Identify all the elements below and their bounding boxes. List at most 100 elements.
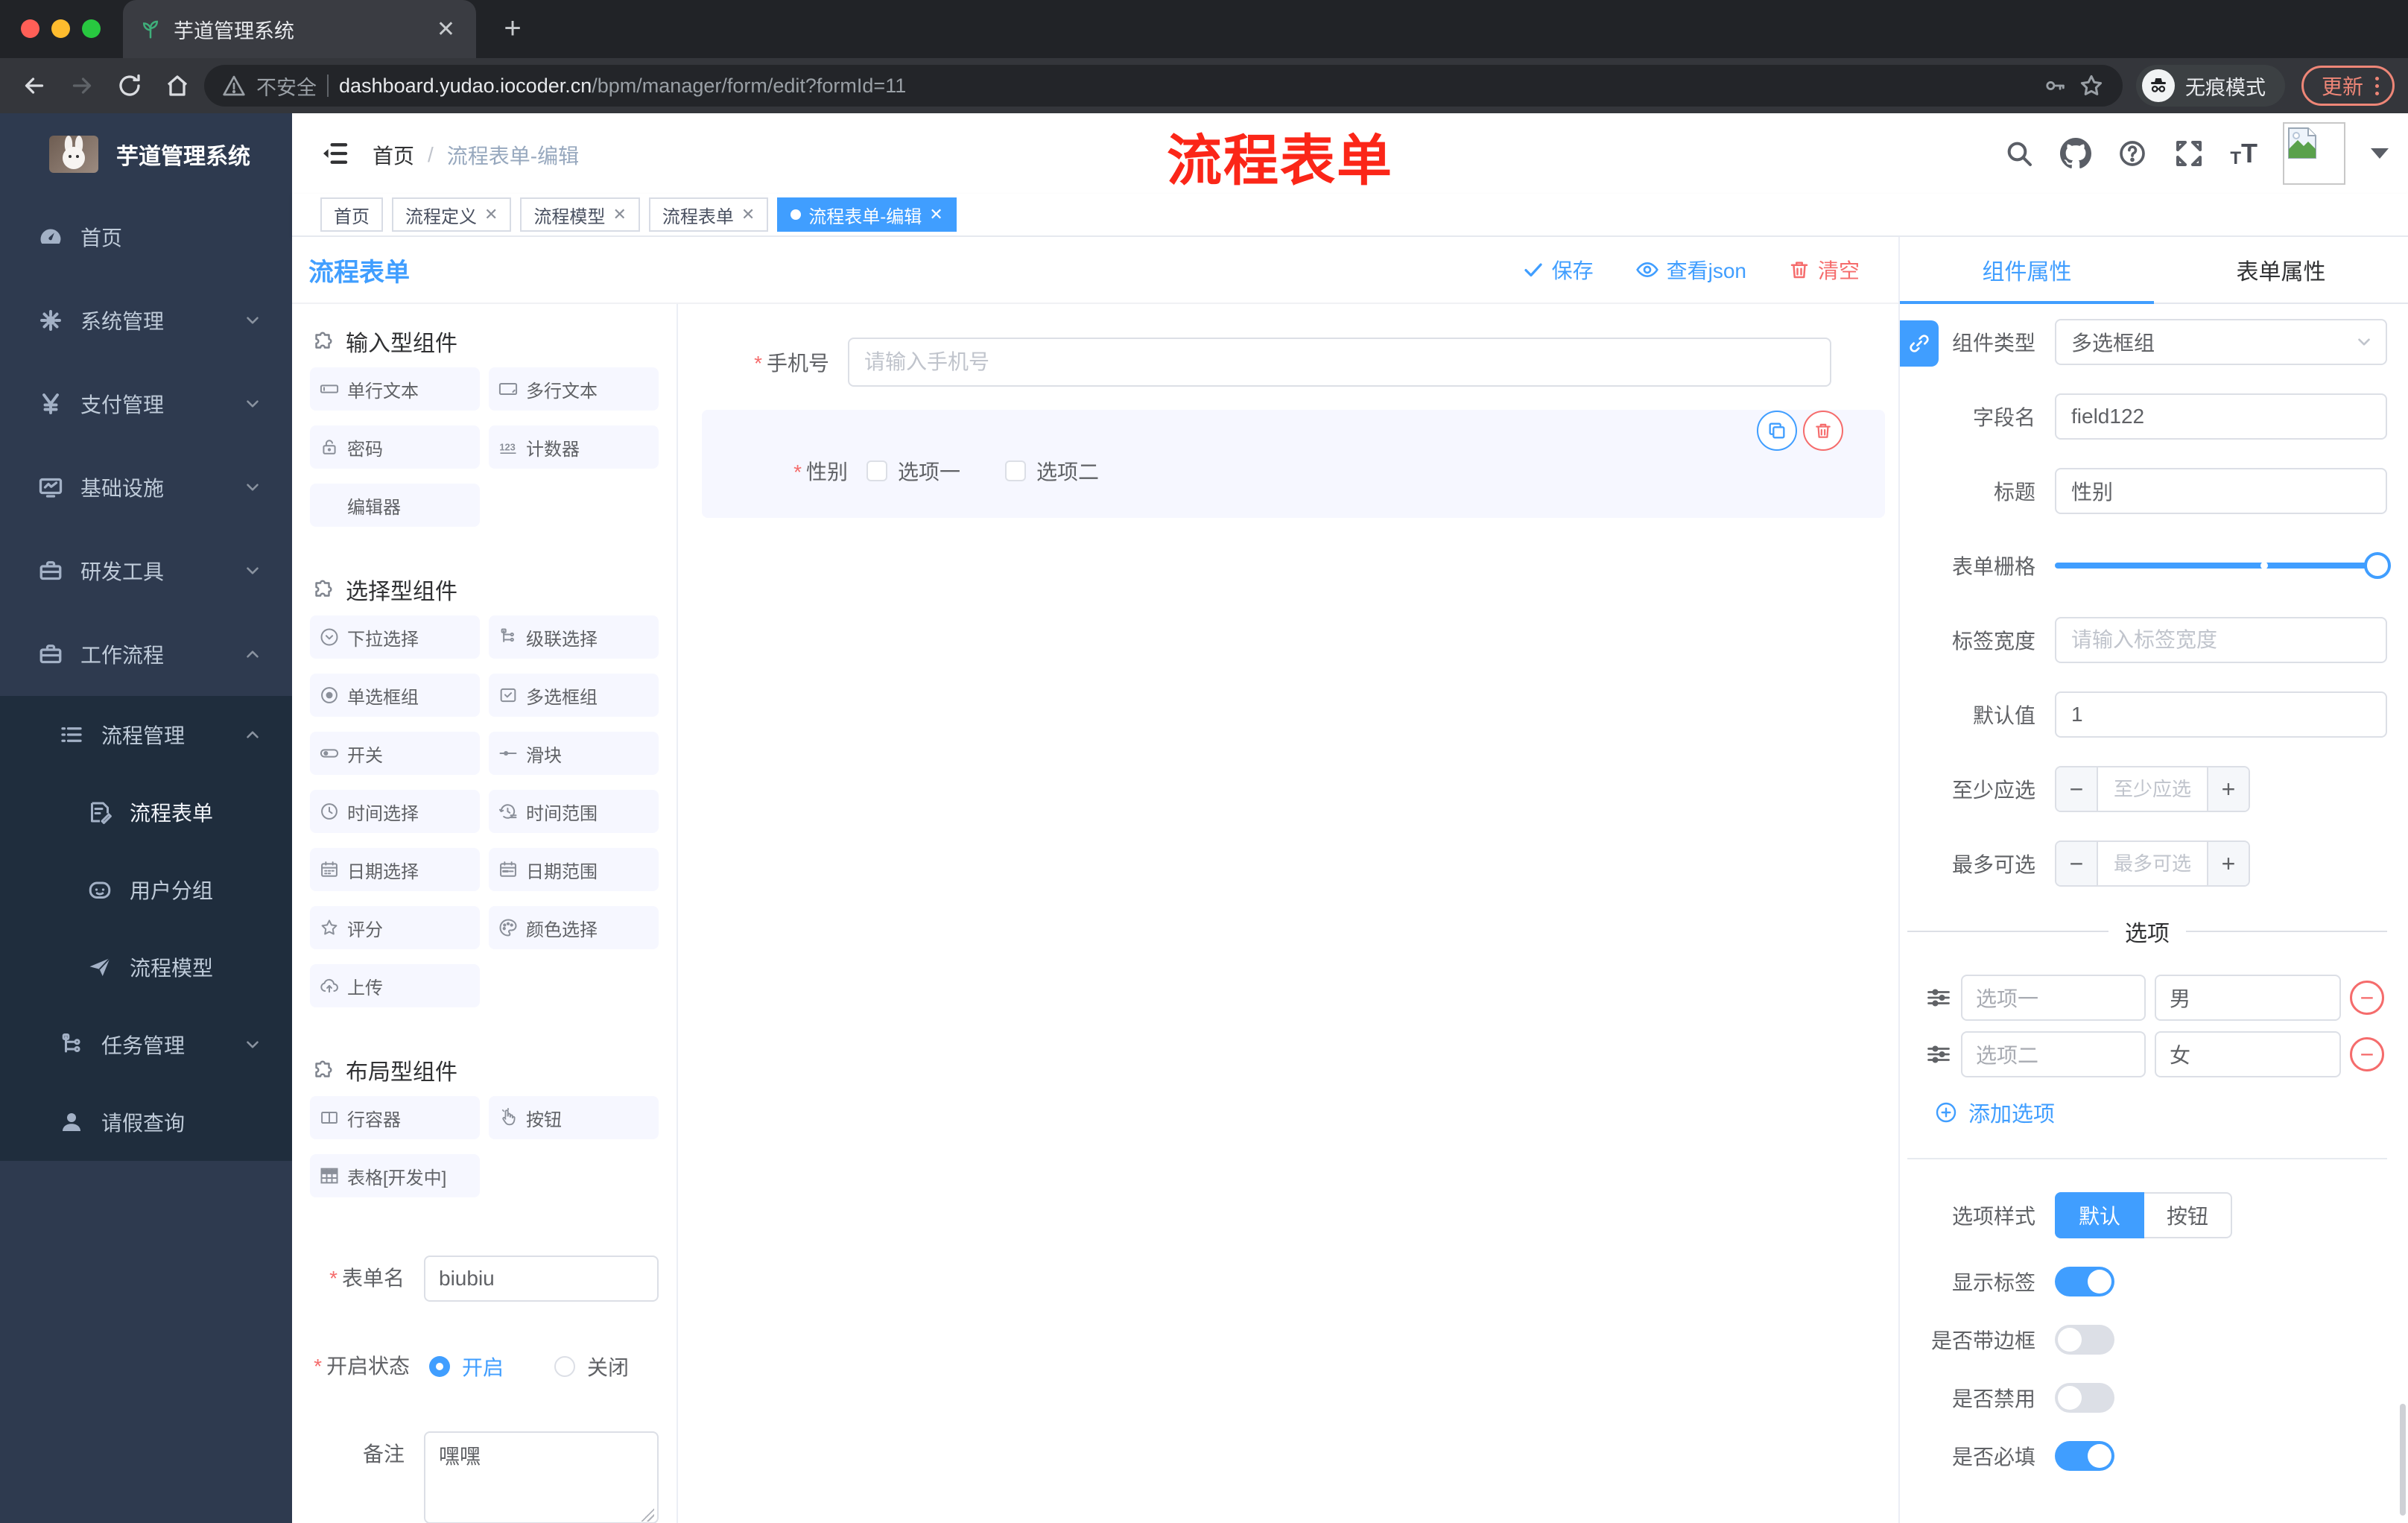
- sidebar-item-devtools[interactable]: 研发工具: [0, 529, 292, 612]
- browser-menu-icon[interactable]: [2375, 76, 2379, 95]
- new-tab-button[interactable]: +: [496, 13, 529, 46]
- security-label[interactable]: 不安全: [256, 72, 317, 101]
- component-editor[interactable]: 编辑器: [310, 484, 480, 527]
- checkbox-icon[interactable]: [1005, 460, 1027, 481]
- add-option-button[interactable]: 添加选项: [1934, 1097, 2387, 1128]
- form-name-input[interactable]: [424, 1256, 659, 1302]
- component-switch[interactable]: 开关: [310, 732, 480, 775]
- window-controls[interactable]: [21, 19, 101, 38]
- tag-close-icon[interactable]: ✕: [929, 205, 942, 224]
- drag-handle-icon[interactable]: [1925, 984, 1952, 1011]
- default-value-input[interactable]: [2055, 691, 2387, 738]
- tag-close-icon[interactable]: ✕: [484, 205, 498, 224]
- sidebar-item-user-group[interactable]: 用户分组: [0, 851, 292, 928]
- help-icon[interactable]: [2117, 138, 2148, 169]
- zoom-window-button[interactable]: [82, 19, 101, 38]
- slider-handle[interactable]: [2364, 552, 2391, 579]
- component-date-range[interactable]: 日期范围: [489, 848, 659, 891]
- radio-off-icon[interactable]: [554, 1356, 576, 1377]
- sidebar-toggle-icon[interactable]: [319, 139, 350, 168]
- show-label-toggle[interactable]: [2055, 1267, 2114, 1296]
- bookmark-star-icon[interactable]: [2078, 72, 2105, 99]
- url-text[interactable]: dashboard.yudao.iocoder.cn/bpm/manager/f…: [339, 75, 2032, 98]
- component-date-picker[interactable]: 日期选择: [310, 848, 480, 891]
- save-button[interactable]: 保存: [1522, 255, 1594, 285]
- tag-process-definition[interactable]: 流程定义 ✕: [392, 197, 512, 232]
- tag-process-form-edit[interactable]: 流程表单-编辑 ✕: [777, 197, 957, 232]
- sidebar-item-home[interactable]: 首页: [0, 195, 292, 279]
- title-input[interactable]: [2055, 468, 2387, 514]
- component-upload[interactable]: 上传: [310, 964, 480, 1007]
- tag-home[interactable]: 首页: [320, 197, 383, 232]
- component-single-line-text[interactable]: 单行文本: [310, 367, 480, 411]
- increase-button[interactable]: +: [2207, 767, 2249, 811]
- with-border-toggle[interactable]: [2055, 1325, 2114, 1355]
- component-table-dev[interactable]: 表格[开发中]: [310, 1154, 480, 1197]
- resize-grip-icon[interactable]: [641, 1508, 654, 1522]
- sidebar-item-process-mgmt[interactable]: 流程管理: [0, 696, 292, 773]
- label-width-input[interactable]: [2055, 617, 2387, 663]
- option-label-input[interactable]: [1961, 975, 2146, 1021]
- component-button[interactable]: 按钮: [489, 1096, 659, 1139]
- component-password[interactable]: 密码: [310, 425, 480, 469]
- style-default-button[interactable]: 默认: [2055, 1192, 2145, 1238]
- max-select-input[interactable]: [2098, 842, 2207, 885]
- remove-option-button[interactable]: −: [2350, 981, 2384, 1015]
- component-multi-line-text[interactable]: 多行文本: [489, 367, 659, 411]
- fullscreen-icon[interactable]: [2173, 138, 2205, 169]
- sidebar-item-task-mgmt[interactable]: 任务管理: [0, 1006, 292, 1083]
- sidebar-item-leave-query[interactable]: 请假查询: [0, 1083, 292, 1161]
- update-button[interactable]: 更新: [2301, 66, 2395, 106]
- style-button-button[interactable]: 按钮: [2144, 1192, 2233, 1238]
- option-value-input[interactable]: [2155, 1031, 2341, 1077]
- component-select[interactable]: 下拉选择: [310, 615, 480, 659]
- status-off-label[interactable]: 关闭: [587, 1352, 629, 1381]
- reload-icon[interactable]: [109, 65, 150, 107]
- component-checkbox-group[interactable]: 多选框组: [489, 674, 659, 717]
- checkbox-icon[interactable]: [866, 460, 887, 481]
- slider-track[interactable]: [2055, 563, 2386, 569]
- decrease-button[interactable]: −: [2056, 842, 2098, 885]
- search-icon[interactable]: [2003, 138, 2035, 169]
- sidebar-item-system[interactable]: 系统管理: [0, 279, 292, 362]
- status-on-label[interactable]: 开启: [462, 1352, 504, 1381]
- sidebar-item-workflow[interactable]: 工作流程: [0, 612, 292, 696]
- component-radio-group[interactable]: 单选框组: [310, 674, 480, 717]
- canvas-item-phone[interactable]: 手机号: [678, 338, 1898, 387]
- tag-close-icon[interactable]: ✕: [612, 205, 626, 224]
- tab-close-icon[interactable]: ✕: [432, 16, 460, 42]
- drag-handle-icon[interactable]: [1925, 1041, 1952, 1068]
- option-value-input[interactable]: [2155, 975, 2341, 1021]
- tag-close-icon[interactable]: ✕: [741, 205, 755, 224]
- sidebar-item-payment[interactable]: 支付管理: [0, 362, 292, 446]
- field-name-input[interactable]: [2055, 393, 2387, 440]
- home-icon[interactable]: [156, 65, 198, 107]
- component-counter[interactable]: 123 计数器: [489, 425, 659, 469]
- browser-tab[interactable]: 芋道管理系统 ✕: [123, 0, 476, 58]
- component-slider[interactable]: 滑块: [489, 732, 659, 775]
- decrease-button[interactable]: −: [2056, 767, 2098, 811]
- scrollbar-thumb[interactable]: [2400, 1404, 2406, 1516]
- form-canvas[interactable]: 手机号 性别 选项一: [678, 304, 1898, 1523]
- back-icon[interactable]: [13, 65, 55, 107]
- minimize-window-button[interactable]: [51, 19, 70, 38]
- font-size-icon[interactable]: TT: [2230, 138, 2258, 169]
- tab-form-props[interactable]: 表单属性: [2154, 237, 2408, 303]
- forward-icon[interactable]: [61, 65, 103, 107]
- canvas-item-gender-selected[interactable]: 性别 选项一 选项二: [702, 410, 1885, 518]
- sidebar-item-process-form[interactable]: 流程表单: [0, 773, 292, 851]
- link-handle[interactable]: [1900, 320, 1939, 367]
- clear-button[interactable]: 清空: [1788, 255, 1860, 285]
- sidebar-item-infra[interactable]: 基础设施: [0, 446, 292, 529]
- component-cascader[interactable]: 级联选择: [489, 615, 659, 659]
- github-icon[interactable]: [2060, 138, 2092, 169]
- disabled-toggle[interactable]: [2055, 1383, 2114, 1413]
- gender-option-1[interactable]: 选项一: [866, 456, 960, 486]
- tab-component-props[interactable]: 组件属性: [1900, 237, 2154, 304]
- avatar[interactable]: [2283, 122, 2345, 185]
- grid-slider[interactable]: [2055, 542, 2391, 589]
- view-json-button[interactable]: 查看json: [1635, 255, 1746, 285]
- sidebar-item-process-model[interactable]: 流程模型: [0, 928, 292, 1006]
- tag-process-model[interactable]: 流程模型 ✕: [520, 197, 640, 232]
- component-type-select[interactable]: 多选框组: [2055, 319, 2387, 365]
